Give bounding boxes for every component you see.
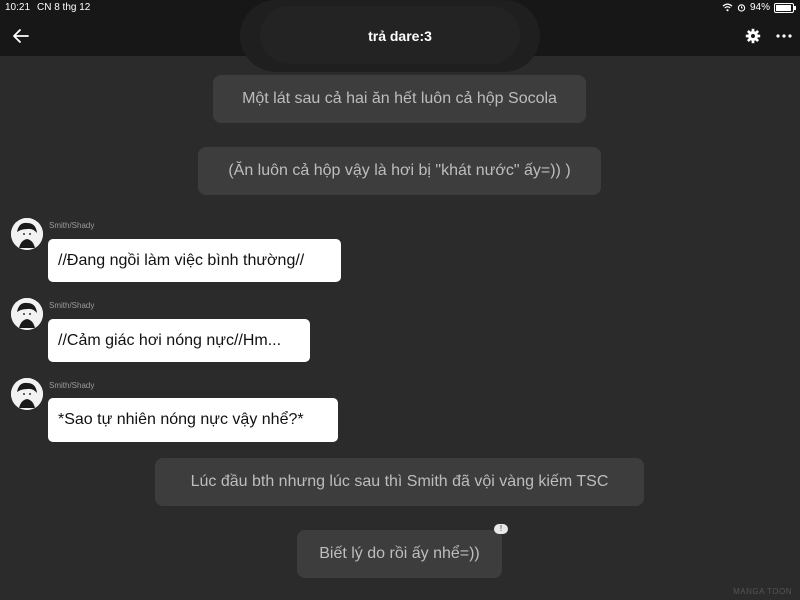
more-button[interactable]	[775, 28, 793, 44]
avatar[interactable]	[11, 298, 43, 330]
status-right: 94%	[722, 2, 796, 13]
avatar-image	[11, 298, 43, 330]
alarm-icon	[737, 4, 746, 12]
page-title: trả dare:3	[368, 28, 432, 44]
gear-icon	[745, 28, 761, 44]
status-time: 10:21	[5, 2, 31, 13]
top-bar: trả dare:3	[0, 0, 800, 72]
avatar[interactable]	[11, 218, 43, 250]
status-date: CN 8 thg 12	[37, 2, 91, 13]
narration-bubble: Lúc đầu bth nhưng lúc sau thì Smith đã v…	[155, 458, 644, 506]
settings-button[interactable]	[744, 27, 762, 45]
narration-bubble: Một lát sau cả hai ăn hết luôn cả hộp So…	[213, 75, 586, 123]
battery-percent: 94%	[749, 2, 770, 13]
battery-icon	[774, 2, 796, 13]
watermark: MANGA TOON	[733, 587, 792, 596]
narration-bubble: (Ăn luôn cả hộp vậy là hơi bị "khát nước…	[198, 147, 601, 195]
battery-fill	[776, 4, 792, 11]
wifi-icon	[722, 3, 733, 12]
sender-name: Smith/Shady	[49, 301, 95, 310]
message-badge[interactable]: !	[494, 524, 508, 534]
chat-bubble: //Cảm giác hơi nóng nực//Hm...	[48, 319, 310, 362]
avatar-image	[11, 378, 43, 410]
sender-name: Smith/Shady	[49, 381, 95, 390]
narration-bubble: Biết lý do rồi ấy nhể=))	[297, 530, 502, 578]
chat-bubble: //Đang ngồi làm việc bình thường//	[48, 239, 341, 282]
more-dots-icon	[776, 34, 792, 38]
chat-bubble: *Sao tự nhiên nóng nực vậy nhể?*	[48, 398, 338, 442]
avatar[interactable]	[11, 378, 43, 410]
sender-name: Smith/Shady	[49, 221, 95, 230]
avatar-image	[11, 218, 43, 250]
